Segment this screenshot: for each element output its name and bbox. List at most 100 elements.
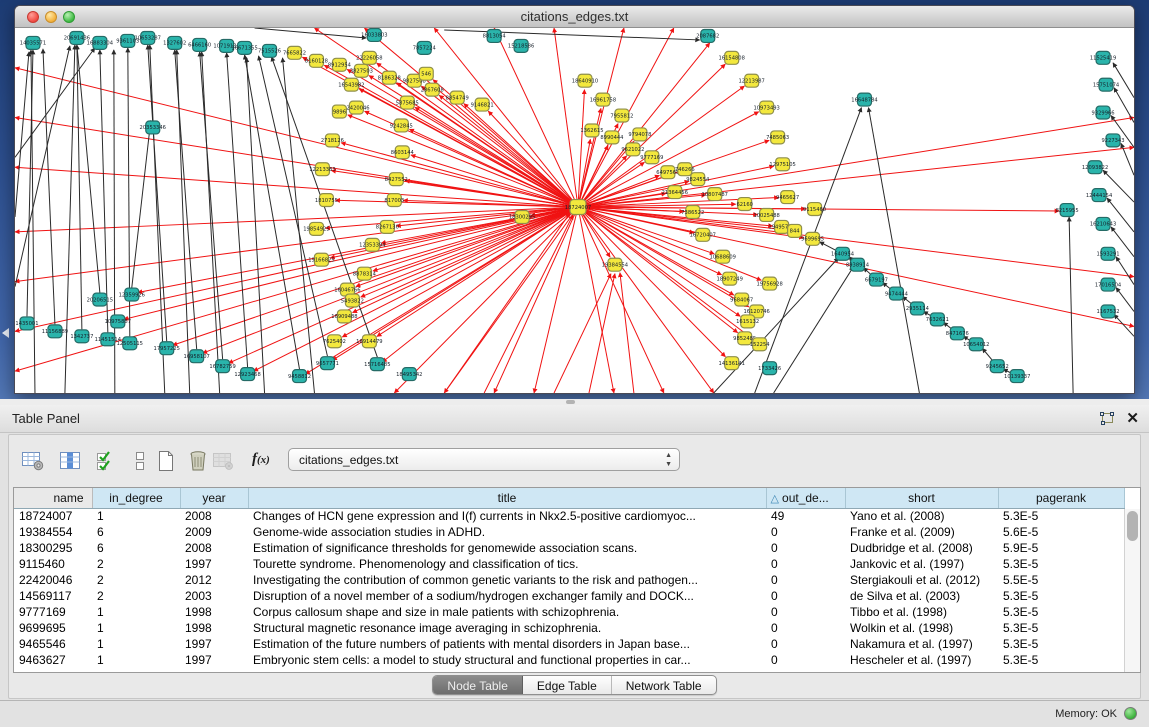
table-cell[interactable]: 1 xyxy=(92,604,180,620)
graph-node[interactable]: 9896 xyxy=(332,105,346,118)
graph-node[interactable]: 8878314 xyxy=(353,267,376,280)
table-cell[interactable]: Embryonic stem cells: a model to study s… xyxy=(248,652,766,668)
graph-edge[interactable] xyxy=(1116,288,1134,312)
graph-node[interactable]: 2718126 xyxy=(321,134,344,147)
row-tools-icon[interactable] xyxy=(128,449,152,473)
graph-edge[interactable] xyxy=(202,52,220,393)
table-cell[interactable]: 0 xyxy=(766,556,845,572)
table-row[interactable]: 1830029562008Estimation of significance … xyxy=(14,540,1124,556)
table-cell[interactable]: Nakamura et al. (1997) xyxy=(845,636,998,652)
graph-edge[interactable] xyxy=(578,156,627,207)
table-cell[interactable]: 18724007 xyxy=(14,508,92,524)
graph-node[interactable]: 20353346 xyxy=(140,121,166,134)
graph-edge[interactable] xyxy=(1069,217,1073,393)
graph-node[interactable]: 19756928 xyxy=(756,277,782,290)
table-cell[interactable]: 49 xyxy=(766,508,845,524)
table-cell[interactable]: 2012 xyxy=(180,572,248,588)
scrollbar-thumb[interactable] xyxy=(1127,511,1138,541)
graph-edge[interactable] xyxy=(254,207,578,371)
graph-node[interactable]: 10975887 xyxy=(105,315,131,328)
graph-edge[interactable] xyxy=(200,52,223,359)
graph-edge[interactable] xyxy=(247,58,265,393)
graph-node[interactable]: 9146821 xyxy=(471,98,494,111)
graph-node[interactable]: 1810755 xyxy=(315,194,338,207)
delete-column-icon[interactable] xyxy=(186,449,210,473)
graph-node[interactable]: 16720407 xyxy=(690,228,716,241)
graph-node[interactable]: 9458812 xyxy=(288,370,311,383)
graph-node[interactable]: 1342737 xyxy=(70,330,93,343)
graph-node[interactable]: 10807487 xyxy=(702,188,728,201)
graph-node[interactable]: 12359926 xyxy=(119,288,145,301)
network-view[interactable]: 1403557120691436168833049361103106532871… xyxy=(15,28,1134,393)
table-cell[interactable]: 6 xyxy=(92,524,180,540)
table-cell[interactable]: 1 xyxy=(92,508,180,524)
graph-node[interactable]: 14136141 xyxy=(719,357,745,370)
graph-edge[interactable] xyxy=(394,207,578,393)
graph-node[interactable]: 152254 xyxy=(750,338,770,351)
collapse-arrow-icon[interactable] xyxy=(2,328,9,338)
graph-node[interactable]: 8990444 xyxy=(600,131,623,144)
graph-node[interactable]: 9242845 xyxy=(390,119,413,132)
graph-node[interactable]: 7955812 xyxy=(610,109,633,122)
graph-node[interactable]: 11156889 xyxy=(42,325,68,338)
graph-edge[interactable] xyxy=(259,56,328,356)
table-cell[interactable]: 5.6E-5 xyxy=(998,524,1124,540)
table-cell[interactable]: Wolkin et al. (1998) xyxy=(845,620,998,636)
table-cell[interactable]: 5.9E-5 xyxy=(998,540,1124,556)
graph-edge[interactable] xyxy=(620,273,634,393)
graph-node[interactable]: 15716485 xyxy=(364,358,390,371)
graph-edge[interactable] xyxy=(132,120,151,287)
table-cell[interactable]: 2008 xyxy=(180,508,248,524)
graph-node[interactable]: 8427552 xyxy=(385,173,408,186)
graph-edge[interactable] xyxy=(15,52,29,217)
table-cell[interactable]: 1 xyxy=(92,636,180,652)
table-cell[interactable]: 2008 xyxy=(180,540,248,556)
table-cell[interactable]: 1997 xyxy=(180,652,248,668)
graph-node[interactable]: 7857224 xyxy=(413,41,436,54)
table-cell[interactable]: Franke et al. (2009) xyxy=(845,524,998,540)
graph-edge[interactable] xyxy=(150,45,165,393)
graph-node[interactable]: 20206515 xyxy=(87,293,113,306)
delete-table-icon[interactable] xyxy=(211,449,235,473)
column-header[interactable]: year xyxy=(180,488,248,508)
tab-node-table[interactable]: Node Table xyxy=(433,676,523,694)
graph-edge[interactable] xyxy=(868,108,919,393)
table-cell[interactable]: Tourette syndrome. Phenomenology and cla… xyxy=(248,556,766,572)
graph-edge[interactable] xyxy=(148,45,167,341)
table-cell[interactable]: 1997 xyxy=(180,556,248,572)
graph-edge[interactable] xyxy=(411,155,578,207)
graph-edge[interactable] xyxy=(15,46,70,287)
table-cell[interactable]: 0 xyxy=(766,620,845,636)
graph-node[interactable]: 8215955 xyxy=(1056,204,1079,217)
graph-node[interactable]: 12213987 xyxy=(738,74,764,87)
table-cell[interactable]: 5.5E-5 xyxy=(998,572,1124,588)
graph-edge[interactable] xyxy=(534,207,578,393)
graph-node[interactable]: 11525419 xyxy=(1090,51,1116,64)
graph-edge[interactable] xyxy=(100,50,108,332)
graph-node[interactable]: 10654012 xyxy=(963,338,989,351)
table-cell[interactable]: Structural magnetic resonance image aver… xyxy=(248,620,766,636)
float-panel-icon[interactable] xyxy=(1099,411,1115,427)
graph-node[interactable]: 16883304 xyxy=(87,36,113,49)
table-cell[interactable]: 5.3E-5 xyxy=(998,556,1124,572)
column-header[interactable]: pagerank xyxy=(998,488,1124,508)
table-cell[interactable]: 0 xyxy=(766,636,845,652)
graph-edge[interactable] xyxy=(403,200,578,207)
graph-node[interactable]: 1593291 xyxy=(1097,247,1120,260)
selection-mode-icon[interactable] xyxy=(94,449,118,473)
table-cell[interactable]: Genome-wide association studies in ADHD. xyxy=(248,524,766,540)
table-row[interactable]: 911546021997Tourette syndrome. Phenomeno… xyxy=(14,556,1124,572)
table-row[interactable]: 1872400712008Changes of HCN gene express… xyxy=(14,508,1124,524)
table-cell[interactable]: Investigating the contribution of common… xyxy=(248,572,766,588)
table-cell[interactable]: 1 xyxy=(92,652,180,668)
table-scrollbar[interactable] xyxy=(1124,509,1140,672)
table-cell[interactable]: 0 xyxy=(766,588,845,604)
column-header[interactable]: in_degree xyxy=(92,488,180,508)
table-cell[interactable]: Jankovic et al. (1997) xyxy=(845,556,998,572)
table-cell[interactable]: Tibbo et al. (1998) xyxy=(845,604,998,620)
graph-node[interactable]: 16914479 xyxy=(356,335,382,348)
graph-node[interactable]: 12975105 xyxy=(769,158,795,171)
table-cell[interactable]: 5.3E-5 xyxy=(998,636,1124,652)
table-cell[interactable]: 9699695 xyxy=(14,620,92,636)
table-cell[interactable]: 0 xyxy=(766,524,845,540)
